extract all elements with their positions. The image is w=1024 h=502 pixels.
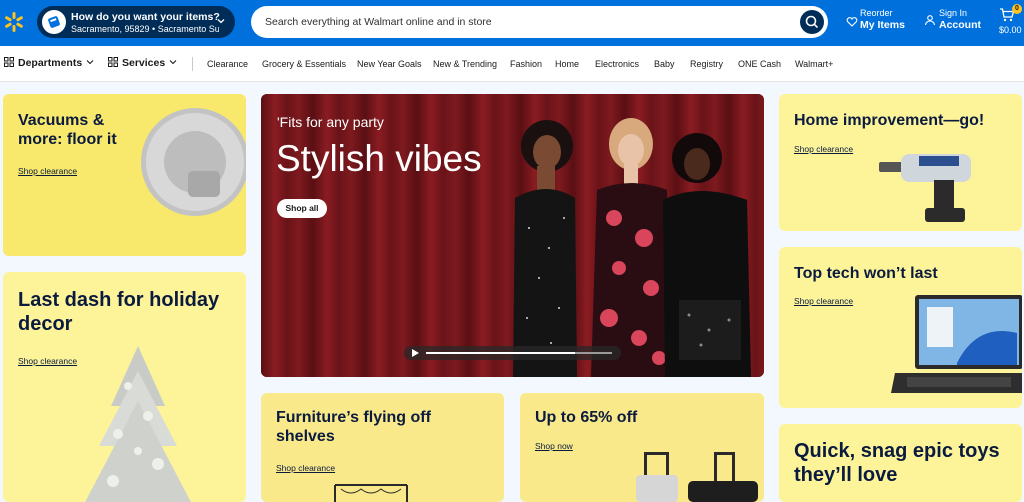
services-grid-icon <box>108 57 118 67</box>
vacuums-title: Vacuums & more: floor it <box>18 112 117 148</box>
secondary-nav: Departments Services Clearance Grocery &… <box>0 46 1024 82</box>
holiday-cta[interactable]: Shop clearance <box>18 356 77 366</box>
tech-title: Top tech won’t last <box>794 265 938 282</box>
toys-title: Quick, snag epic toys they’ll love <box>794 440 1000 486</box>
chevron-down-icon <box>86 60 94 65</box>
chevron-down-icon <box>169 60 177 65</box>
nav-link-new-trending[interactable]: New & Trending <box>433 59 497 69</box>
furniture-cta[interactable]: Shop clearance <box>276 463 335 473</box>
model-left-image <box>513 120 577 377</box>
nav-link-grocery[interactable]: Grocery & Essentials <box>262 59 346 69</box>
user-icon <box>924 15 936 26</box>
model-right-image <box>663 133 751 377</box>
holiday-decor-card[interactable]: Last dash for holiday decor Shop clearan… <box>3 272 246 502</box>
chevron-down-icon <box>217 19 225 24</box>
video-progress-fill <box>426 352 575 354</box>
hero-banner[interactable]: 'Fits for any party Stylish vibes Shop a… <box>261 94 764 377</box>
reorder-small-label: Reorder <box>860 8 893 18</box>
departments-label: Departments <box>18 57 83 69</box>
holiday-title: Last dash for holiday decor <box>18 289 220 335</box>
location-icon <box>42 10 66 34</box>
vacuums-cta[interactable]: Shop clearance <box>18 166 77 176</box>
top-header: How do you want your items? Sacramento, … <box>0 0 1024 46</box>
cart-count-badge: 0 <box>1012 4 1022 14</box>
laptop-image <box>891 295 1022 393</box>
cart-total: $0.00 <box>999 25 1022 35</box>
location-subtitle: Sacramento, 95829 • Sacramento Su... <box>71 24 219 34</box>
search-bar[interactable]: Search everything at Walmart online and … <box>251 6 828 38</box>
furniture-card[interactable]: Furniture’s flying off shelves Shop clea… <box>261 393 504 502</box>
luggage-image <box>636 452 758 502</box>
signin-small-label: Sign In <box>939 8 968 18</box>
nav-divider <box>192 57 193 71</box>
robot-vacuum-image <box>141 108 246 216</box>
search-button[interactable] <box>800 10 824 34</box>
play-icon[interactable] <box>412 349 419 357</box>
vacuums-card[interactable]: Vacuums & more: floor it Shop clearance <box>3 94 246 256</box>
furniture-title: Furniture’s flying off shelves <box>276 409 431 445</box>
video-progress-track[interactable] <box>426 352 612 354</box>
departments-menu[interactable]: Departments <box>4 57 94 69</box>
nav-link-fashion[interactable]: Fashion <box>510 59 542 69</box>
location-picker[interactable]: How do you want your items? Sacramento, … <box>37 6 235 38</box>
nav-link-walmart-plus[interactable]: Walmart+ <box>795 59 833 69</box>
search-input[interactable]: Search everything at Walmart online and … <box>265 16 492 28</box>
nav-link-one-cash[interactable]: ONE Cash <box>738 59 781 69</box>
home-improvement-title: Home improvement—go! <box>794 112 985 129</box>
sale-title: Up to 65% off <box>535 409 638 426</box>
grid-icon <box>4 57 14 67</box>
tech-card[interactable]: Top tech won’t last Shop clearance <box>779 247 1022 408</box>
tech-cta[interactable]: Shop clearance <box>794 296 853 306</box>
home-improvement-card[interactable]: Home improvement—go! Shop clearance <box>779 94 1022 231</box>
nav-link-new-year-goals[interactable]: New Year Goals <box>357 59 422 69</box>
nav-link-home[interactable]: Home <box>555 59 579 69</box>
services-label: Services <box>122 57 166 69</box>
sale-card[interactable]: Up to 65% off Shop now <box>520 393 764 502</box>
location-title: How do you want your items? <box>71 11 220 23</box>
nav-link-electronics[interactable]: Electronics <box>595 59 639 69</box>
nav-link-clearance[interactable]: Clearance <box>207 59 248 69</box>
services-menu[interactable]: Services <box>108 57 177 69</box>
nav-link-baby[interactable]: Baby <box>654 59 675 69</box>
heart-icon <box>846 17 858 27</box>
power-drill-image <box>879 154 971 222</box>
search-icon <box>805 15 819 29</box>
home-improvement-cta[interactable]: Shop clearance <box>794 144 853 154</box>
shelf-image <box>334 484 408 502</box>
christmas-tree-image <box>85 346 191 502</box>
hero-kicker: 'Fits for any party <box>277 114 384 130</box>
video-controls[interactable] <box>404 346 621 360</box>
hero-shop-all-button[interactable]: Shop all <box>277 199 327 218</box>
reorder-big-label: My Items <box>860 19 905 31</box>
hero-title: Stylish vibes <box>276 138 482 179</box>
sale-cta[interactable]: Shop now <box>535 441 573 451</box>
toys-card[interactable]: Quick, snag epic toys they’ll love <box>779 424 1022 502</box>
spark-logo-icon[interactable] <box>3 11 25 33</box>
signin-big-label: Account <box>939 19 981 31</box>
nav-link-registry[interactable]: Registry <box>690 59 723 69</box>
